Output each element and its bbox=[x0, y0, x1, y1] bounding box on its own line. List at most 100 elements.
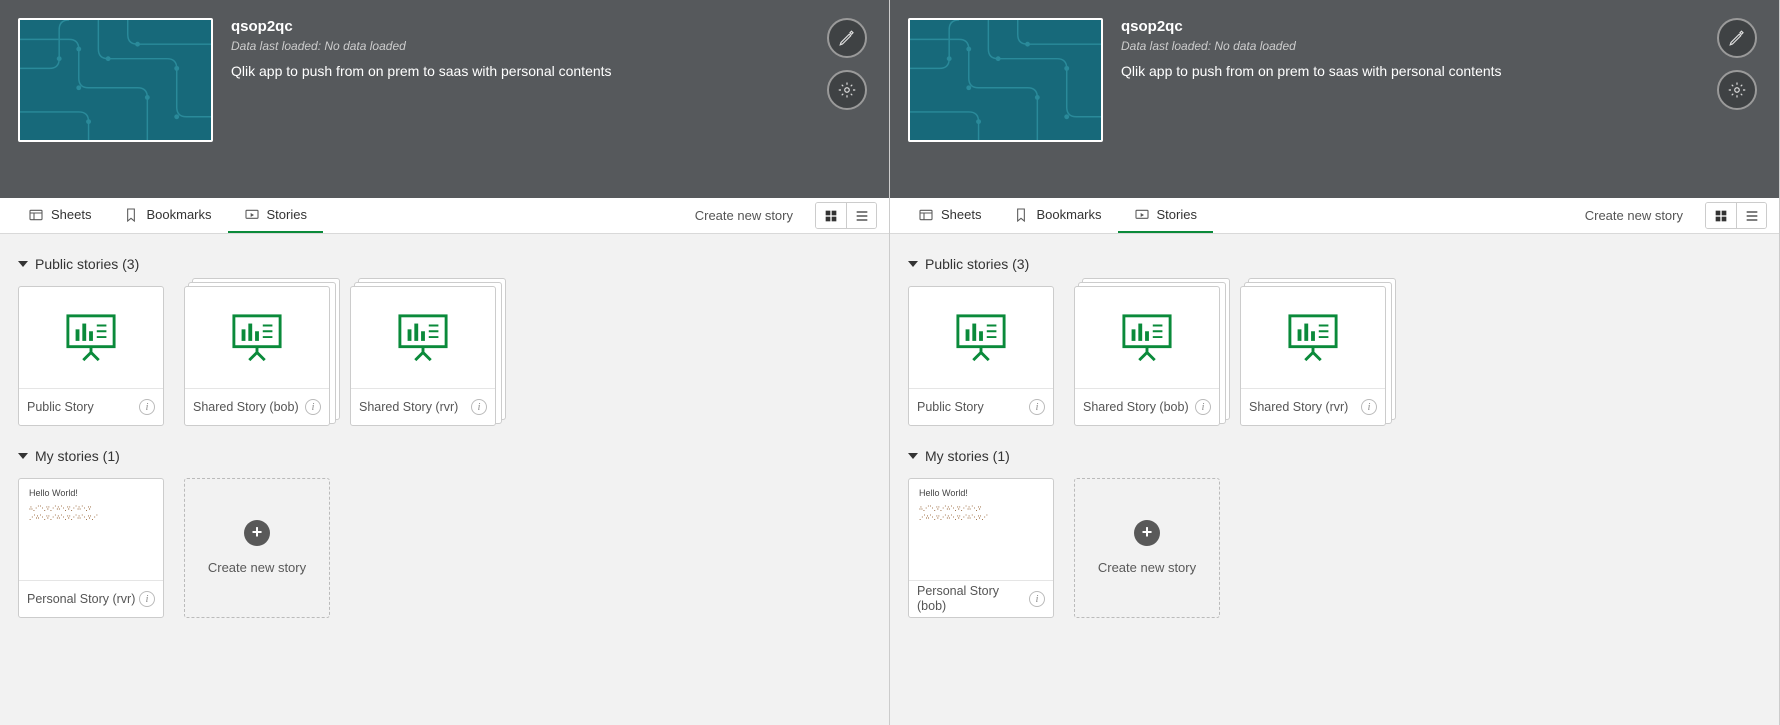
header-actions bbox=[827, 18, 867, 110]
pane-left: qsop2qc Data last loaded: No data loaded… bbox=[0, 0, 890, 725]
tab-sheets-label: Sheets bbox=[941, 207, 981, 222]
create-new-story-link[interactable]: Create new story bbox=[681, 198, 807, 233]
story-name: Shared Story (rvr) bbox=[1249, 400, 1361, 415]
tab-bookmarks[interactable]: Bookmarks bbox=[107, 198, 227, 233]
plus-icon: + bbox=[244, 520, 270, 546]
data-loaded-label: Data last loaded: No data loaded bbox=[1121, 39, 1699, 53]
tab-bookmarks-label: Bookmarks bbox=[1036, 207, 1101, 222]
tab-sheets[interactable]: Sheets bbox=[12, 198, 107, 233]
settings-button[interactable] bbox=[1717, 70, 1757, 110]
settings-button[interactable] bbox=[827, 70, 867, 110]
public-stories-header[interactable]: Public stories (3) bbox=[908, 234, 1761, 286]
my-stories-row: Hello World! ∴⋰⋱∵⋰∴⋱∵⋰∴⋱∵⋰∴⋱∵⋰∴⋱∵⋰∴⋱∵⋰ P… bbox=[908, 478, 1761, 618]
info-icon[interactable]: i bbox=[471, 399, 487, 415]
presentation-icon bbox=[228, 312, 286, 364]
story-name: Public Story bbox=[917, 400, 1029, 415]
sheets-icon bbox=[28, 207, 44, 223]
create-new-story-card[interactable]: + Create new story bbox=[1074, 478, 1220, 618]
info-icon[interactable]: i bbox=[1195, 399, 1211, 415]
header-actions bbox=[1717, 18, 1757, 110]
info-icon[interactable]: i bbox=[305, 399, 321, 415]
story-preview bbox=[1075, 287, 1219, 389]
info-icon[interactable]: i bbox=[1361, 399, 1377, 415]
tab-sheets[interactable]: Sheets bbox=[902, 198, 997, 233]
edit-button[interactable] bbox=[827, 18, 867, 58]
gear-icon bbox=[838, 81, 856, 99]
content-area: Public stories (3) Public Story i bbox=[0, 234, 889, 725]
tab-bar: Sheets Bookmarks Stories Create new stor… bbox=[0, 198, 889, 234]
grid-view-button[interactable] bbox=[816, 202, 846, 229]
chevron-down-icon bbox=[908, 261, 918, 267]
gear-icon bbox=[1728, 81, 1746, 99]
info-icon[interactable]: i bbox=[139, 591, 155, 607]
grid-view-button[interactable] bbox=[1706, 202, 1736, 229]
tab-bookmarks-label: Bookmarks bbox=[146, 207, 211, 222]
app-title: qsop2qc bbox=[231, 18, 809, 35]
slide-title: Hello World! bbox=[919, 487, 1043, 500]
grid-icon bbox=[1713, 208, 1729, 224]
app-header-text: qsop2qc Data last loaded: No data loaded… bbox=[1121, 18, 1699, 79]
list-view-button[interactable] bbox=[1736, 202, 1766, 229]
tab-stories-label: Stories bbox=[267, 207, 307, 222]
story-name: Public Story bbox=[27, 400, 139, 415]
story-card[interactable]: Hello World! ∴⋰⋱∵⋰∴⋱∵⋰∴⋱∵⋰∴⋱∵⋰∴⋱∵⋰∴⋱∵⋰ P… bbox=[18, 478, 164, 618]
story-preview bbox=[351, 287, 495, 389]
public-stories-row: Public Story i Shared Story (bob) i bbox=[18, 286, 871, 426]
story-card[interactable]: Shared Story (rvr) i bbox=[350, 286, 496, 426]
info-icon[interactable]: i bbox=[139, 399, 155, 415]
story-card[interactable]: Public Story i bbox=[908, 286, 1054, 426]
info-icon[interactable]: i bbox=[1029, 399, 1045, 415]
presentation-icon bbox=[952, 312, 1010, 364]
my-stories-header[interactable]: My stories (1) bbox=[908, 426, 1761, 478]
create-new-story-link[interactable]: Create new story bbox=[1571, 198, 1697, 233]
story-preview bbox=[19, 287, 163, 389]
story-preview bbox=[185, 287, 329, 389]
story-card[interactable]: Shared Story (rvr) i bbox=[1240, 286, 1386, 426]
data-loaded-label: Data last loaded: No data loaded bbox=[231, 39, 809, 53]
pencil-icon bbox=[838, 29, 856, 47]
story-name: Shared Story (bob) bbox=[1083, 400, 1195, 415]
presentation-icon bbox=[394, 312, 452, 364]
tab-stories[interactable]: Stories bbox=[228, 198, 323, 233]
presentation-icon bbox=[1118, 312, 1176, 364]
my-stories-header[interactable]: My stories (1) bbox=[18, 426, 871, 478]
list-icon bbox=[1744, 208, 1760, 224]
bookmark-icon bbox=[1013, 207, 1029, 223]
story-card[interactable]: Public Story i bbox=[18, 286, 164, 426]
edit-button[interactable] bbox=[1717, 18, 1757, 58]
slide-body: ∴⋰⋱∵⋰∴⋱∵⋰∴⋱∵⋰∴⋱∵⋰∴⋱∵⋰∴⋱∵⋰ bbox=[919, 504, 1043, 522]
stories-icon bbox=[1134, 207, 1150, 223]
create-card-label: Create new story bbox=[208, 560, 306, 577]
create-card-label: Create new story bbox=[1098, 560, 1196, 577]
story-name: Shared Story (bob) bbox=[193, 400, 305, 415]
info-icon[interactable]: i bbox=[1029, 591, 1045, 607]
public-stories-row: Public Story i Shared Story (bob) i bbox=[908, 286, 1761, 426]
public-stories-title: Public stories (3) bbox=[925, 256, 1029, 272]
grid-icon bbox=[823, 208, 839, 224]
my-stories-row: Hello World! ∴⋰⋱∵⋰∴⋱∵⋰∴⋱∵⋰∴⋱∵⋰∴⋱∵⋰∴⋱∵⋰ P… bbox=[18, 478, 871, 618]
story-card[interactable]: Shared Story (bob) i bbox=[184, 286, 330, 426]
plus-icon: + bbox=[1134, 520, 1160, 546]
bookmark-icon bbox=[123, 207, 139, 223]
pencil-icon bbox=[1728, 29, 1746, 47]
story-preview: Hello World! ∴⋰⋱∵⋰∴⋱∵⋰∴⋱∵⋰∴⋱∵⋰∴⋱∵⋰∴⋱∵⋰ bbox=[909, 479, 1053, 581]
tab-stories[interactable]: Stories bbox=[1118, 198, 1213, 233]
my-stories-title: My stories (1) bbox=[35, 448, 120, 464]
tab-bookmarks[interactable]: Bookmarks bbox=[997, 198, 1117, 233]
story-name: Personal Story (bob) bbox=[917, 584, 1029, 614]
public-stories-header[interactable]: Public stories (3) bbox=[18, 234, 871, 286]
story-card[interactable]: Hello World! ∴⋰⋱∵⋰∴⋱∵⋰∴⋱∵⋰∴⋱∵⋰∴⋱∵⋰∴⋱∵⋰ P… bbox=[908, 478, 1054, 618]
story-preview bbox=[909, 287, 1053, 389]
app-header: qsop2qc Data last loaded: No data loaded… bbox=[0, 0, 889, 198]
story-card[interactable]: Shared Story (bob) i bbox=[1074, 286, 1220, 426]
view-toggle bbox=[1705, 202, 1767, 229]
list-view-button[interactable] bbox=[846, 202, 876, 229]
app-header-text: qsop2qc Data last loaded: No data loaded… bbox=[231, 18, 809, 79]
story-preview: Hello World! ∴⋰⋱∵⋰∴⋱∵⋰∴⋱∵⋰∴⋱∵⋰∴⋱∵⋰∴⋱∵⋰ bbox=[19, 479, 163, 581]
app-header: qsop2qc Data last loaded: No data loaded… bbox=[890, 0, 1779, 198]
create-new-story-card[interactable]: + Create new story bbox=[184, 478, 330, 618]
chevron-down-icon bbox=[18, 453, 28, 459]
my-stories-title: My stories (1) bbox=[925, 448, 1010, 464]
content-area: Public stories (3) Public Story i bbox=[890, 234, 1779, 725]
pane-right: qsop2qc Data last loaded: No data loaded… bbox=[890, 0, 1780, 725]
